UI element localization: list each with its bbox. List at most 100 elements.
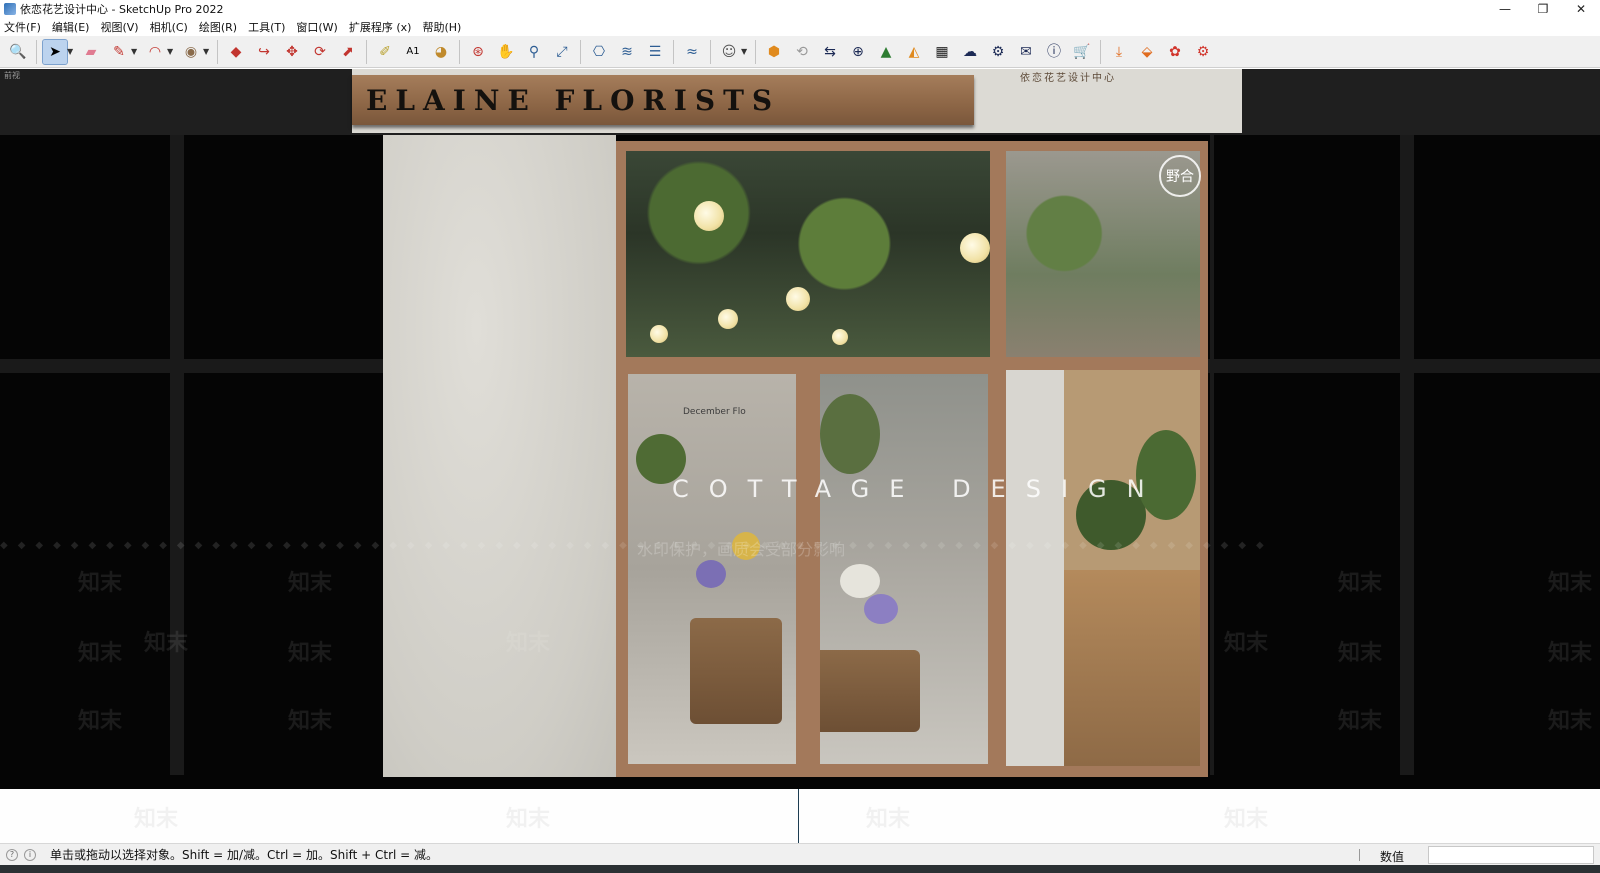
- top-sign-text: 依恋花艺设计中心: [1020, 73, 1116, 84]
- tape-measure-icon[interactable]: ✐: [373, 40, 397, 64]
- settings-icon[interactable]: ⚙: [986, 40, 1010, 64]
- export-icon[interactable]: ⇆: [818, 40, 842, 64]
- zoom-extents-icon[interactable]: ⤢: [550, 40, 574, 64]
- wooden-planter-box: [1064, 570, 1200, 766]
- tree-stump-planter: [690, 618, 782, 724]
- toolbar-separator: [710, 39, 711, 64]
- move-icon[interactable]: ✥: [280, 40, 304, 64]
- watermark-logo: 知末: [506, 807, 551, 832]
- watermark-logo: 知末: [1548, 709, 1593, 734]
- glass-small-text: December Flo: [683, 407, 746, 417]
- arc-dropdown-icon[interactable]: ▼: [167, 47, 175, 56]
- geo-location-status-icon[interactable]: ?: [6, 848, 18, 861]
- text-icon[interactable]: A1: [401, 40, 425, 64]
- pendant-light: [960, 233, 990, 263]
- measurements-input[interactable]: [1428, 846, 1594, 864]
- watermark-logo: 知末: [134, 807, 179, 832]
- menu-bar: 文件(F) 编辑(E) 视图(V) 相机(C) 绘图(R) 工具(T) 窗口(W…: [0, 18, 1600, 36]
- menu-draw[interactable]: 绘图(R): [199, 19, 237, 35]
- watermark-logo: 知末: [78, 709, 123, 734]
- watermark-logo: 知末: [1548, 641, 1593, 666]
- flowers-white: [840, 564, 880, 598]
- push-pull-icon[interactable]: ◆: [224, 40, 248, 64]
- pendant-light: [718, 309, 738, 329]
- menu-edit[interactable]: 编辑(E): [52, 19, 90, 35]
- menu-camera[interactable]: 相机(C): [150, 19, 188, 35]
- hydrangea-blue: [696, 560, 726, 588]
- pan-icon[interactable]: ✋: [494, 40, 518, 64]
- geo-location-icon[interactable]: ⎔: [587, 40, 611, 64]
- plugin-icon[interactable]: ✿: [1163, 40, 1187, 64]
- info-icon[interactable]: ⓘ: [1042, 40, 1066, 64]
- paint-bucket-icon[interactable]: ◕: [429, 40, 453, 64]
- watermark-logo: 知末: [288, 571, 333, 596]
- sandbox-tools-icon[interactable]: ≈: [680, 40, 704, 64]
- checker-icon[interactable]: ▦: [930, 40, 954, 64]
- orbit-icon[interactable]: ⊛: [466, 40, 490, 64]
- status-bar: ? i 单击或拖动以选择对象。Shift = 加/减。Ctrl = 加。Shif…: [0, 843, 1600, 865]
- sketchup-window: 依恋花艺设计中心 - SketchUp Pro 2022 — ❐ ✕ 文件(F)…: [0, 0, 1600, 873]
- toolbar-separator: [36, 39, 37, 64]
- pencil-dropdown-icon[interactable]: ▼: [131, 47, 139, 56]
- close-button[interactable]: ✕: [1562, 0, 1600, 18]
- window-controls: — ❐ ✕: [1486, 0, 1600, 18]
- account-dropdown-icon[interactable]: ▼: [741, 47, 749, 56]
- watermark-logo: 知末: [1338, 641, 1383, 666]
- add-icon[interactable]: ⊕: [846, 40, 870, 64]
- zoom-tool-icon[interactable]: ⚲: [522, 40, 546, 64]
- mail-icon[interactable]: ✉: [1014, 40, 1038, 64]
- background-grid: [1210, 135, 1214, 775]
- tree-icon[interactable]: ▲: [874, 40, 898, 64]
- layers-icon[interactable]: ☰: [643, 40, 667, 64]
- select-icon[interactable]: ➤: [42, 38, 68, 65]
- menu-window[interactable]: 窗口(W): [296, 19, 337, 35]
- shop-signboard: ELAINE FLORISTS: [352, 75, 974, 125]
- info-status-icon[interactable]: i: [24, 848, 36, 861]
- select-dropdown-icon[interactable]: ▼: [67, 47, 75, 56]
- sandbox-icon[interactable]: ≋: [615, 40, 639, 64]
- glass-pane-top-left: [626, 151, 990, 357]
- import-icon[interactable]: ⤓: [1107, 40, 1131, 64]
- shape-dropdown-icon[interactable]: ▼: [203, 47, 211, 56]
- ground-plane: 知末 知末 知末 知末: [0, 789, 1600, 843]
- menu-view[interactable]: 视图(V): [100, 19, 138, 35]
- menu-tools[interactable]: 工具(T): [248, 19, 285, 35]
- toolbar-separator: [673, 39, 674, 64]
- model-viewport[interactable]: 前视 依恋花艺设计中心 ELAINE FLORISTS December Flo…: [0, 69, 1600, 789]
- watermark-logo: 知末: [1224, 631, 1269, 656]
- glass-door-right: [820, 374, 988, 764]
- restore-button[interactable]: ❐: [1524, 0, 1562, 18]
- minimize-button[interactable]: —: [1486, 0, 1524, 18]
- menu-extensions[interactable]: 扩展程序 (x): [349, 19, 412, 35]
- eraser-icon[interactable]: ▰: [79, 40, 103, 64]
- account-icon[interactable]: ☺: [717, 40, 741, 64]
- terrain-icon[interactable]: ◭: [902, 40, 926, 64]
- scale-icon[interactable]: ⬈: [336, 40, 360, 64]
- cart-icon[interactable]: 🛒: [1070, 40, 1094, 64]
- glass-pane-bottom-right: [1006, 370, 1200, 766]
- shape-icon[interactable]: ◉: [179, 40, 203, 64]
- arc-icon[interactable]: ◠: [143, 40, 167, 64]
- cloud-upload-icon[interactable]: ☁: [958, 40, 982, 64]
- watermark-logo: 知末: [144, 631, 189, 656]
- cottage-design-overlay: COTTAGE DESIGN: [672, 475, 1165, 503]
- pencil-icon[interactable]: ✎: [107, 40, 131, 64]
- gear-plugin-icon[interactable]: ⚙: [1191, 40, 1215, 64]
- zoom-icon[interactable]: 🔍: [6, 40, 30, 64]
- watermark-logo: 知末: [288, 641, 333, 666]
- layer-up-icon[interactable]: ⬙: [1135, 40, 1159, 64]
- foliage: [820, 394, 880, 474]
- watermark-logo: 知末: [78, 641, 123, 666]
- concrete-pillar: [383, 135, 616, 777]
- menu-help[interactable]: 帮助(H): [422, 19, 461, 35]
- extension-warehouse-icon[interactable]: ⬢: [762, 40, 786, 64]
- pendant-light: [694, 201, 724, 231]
- follow-me-icon[interactable]: ↪: [252, 40, 276, 64]
- background-grid: [1400, 135, 1414, 775]
- title-bar: 依恋花艺设计中心 - SketchUp Pro 2022 — ❐ ✕: [0, 0, 1600, 18]
- toolbar-separator: [366, 39, 367, 64]
- menu-file[interactable]: 文件(F): [4, 19, 41, 35]
- main-toolbar: 🔍 ➤ ▼ ▰ ✎ ▼ ◠ ▼ ◉ ▼ ◆ ↪ ✥ ⟳ ⬈ ✐ A1 ◕ ⊛ ✋…: [0, 36, 1600, 68]
- sync-icon[interactable]: ⟲: [790, 40, 814, 64]
- rotate-icon[interactable]: ⟳: [308, 40, 332, 64]
